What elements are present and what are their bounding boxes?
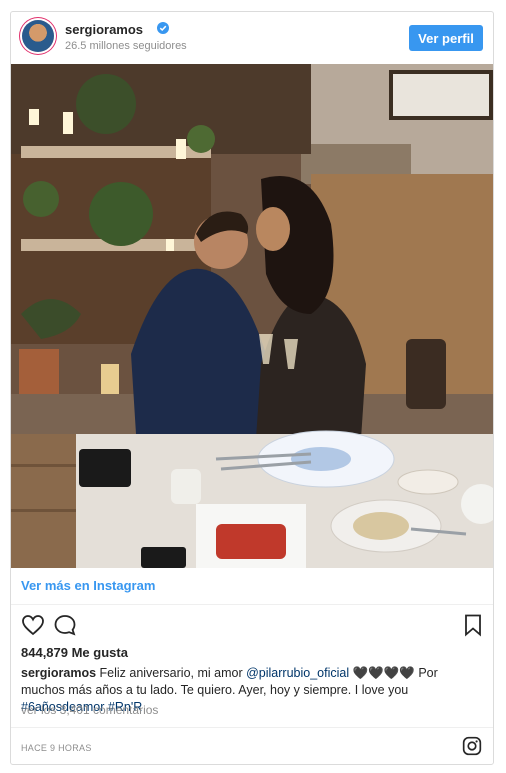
view-more-on-instagram-link[interactable]: Ver más en Instagram	[21, 578, 155, 593]
divider	[11, 604, 493, 605]
caption-username[interactable]: sergioramos	[21, 666, 96, 680]
post-photo[interactable]	[11, 64, 493, 568]
like-count[interactable]: 844,879 Me gusta	[21, 645, 128, 660]
view-profile-button[interactable]: Ver perfil	[409, 25, 483, 51]
instagram-icon[interactable]	[462, 736, 482, 756]
follower-count: 26.5 millones seguidores	[65, 40, 187, 52]
action-bar	[21, 613, 485, 639]
heart-outline-icon[interactable]	[21, 613, 45, 637]
verified-badge-icon	[157, 22, 169, 34]
caption-text: Feliz aniversario, mi amor	[99, 666, 243, 680]
comment-bubble-icon[interactable]	[53, 613, 77, 637]
post-header: sergioramos 26.5 millones seguidores Ver…	[11, 12, 493, 64]
post-timestamp[interactable]: HACE 9 HORAS	[21, 743, 92, 753]
divider	[11, 727, 493, 728]
view-comments-link[interactable]: ver los 3,401 comentarios	[21, 703, 158, 717]
username-link[interactable]: sergioramos	[65, 22, 143, 37]
bookmark-icon[interactable]	[461, 613, 485, 637]
caption-hearts: 🖤🖤🖤🖤	[352, 666, 415, 680]
caption-mention-link[interactable]: @pilarrubio_oficial	[246, 666, 349, 680]
avatar[interactable]	[22, 20, 54, 52]
instagram-embed-card: sergioramos 26.5 millones seguidores Ver…	[10, 11, 494, 765]
